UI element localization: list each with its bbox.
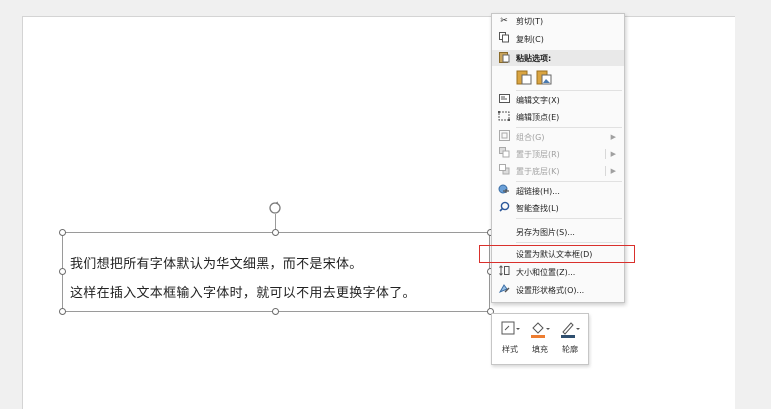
bring-front-icon bbox=[495, 147, 513, 161]
smart-lookup-icon bbox=[495, 201, 513, 215]
edit-text-icon bbox=[495, 94, 513, 106]
menu-item-smart-lookup[interactable]: 智能查找(L) bbox=[492, 200, 624, 216]
context-menu: ✂ 剪切(T) 复制(C) 粘贴选项: 编辑文字(X) 编辑顶点(E) 组合(G… bbox=[491, 13, 625, 303]
shape-style-icon bbox=[501, 321, 520, 335]
paste-options-row bbox=[516, 69, 552, 85]
menu-item-set-default-textbox[interactable]: 设置为默认文本框(D) bbox=[492, 246, 624, 262]
format-shape-icon bbox=[495, 283, 513, 297]
fill-button[interactable]: 填充 bbox=[526, 320, 554, 355]
paste-picture-icon[interactable] bbox=[536, 69, 552, 85]
menu-item-hyperlink[interactable]: 超链接(H)... bbox=[492, 183, 624, 199]
menu-item-bring-to-front[interactable]: 置于顶层(R) ▶ bbox=[492, 146, 624, 162]
resize-handle-bm[interactable] bbox=[272, 308, 279, 315]
paint-bucket-icon bbox=[531, 322, 550, 338]
submenu-arrow-icon: ▶ bbox=[610, 133, 616, 141]
paste-options-header: 粘贴选项: bbox=[492, 50, 624, 66]
pen-outline-icon bbox=[561, 322, 580, 338]
menu-item-format-shape[interactable]: 设置形状格式(O)... bbox=[492, 282, 624, 298]
group-icon bbox=[495, 130, 513, 144]
menu-item-edit-points[interactable]: 编辑顶点(E) bbox=[492, 109, 624, 125]
outline-button[interactable]: 轮廓 bbox=[556, 320, 584, 355]
menu-item-edit-text[interactable]: 编辑文字(X) bbox=[492, 92, 624, 108]
resize-handle-tl[interactable] bbox=[59, 229, 66, 236]
paste-keep-formatting-icon[interactable] bbox=[516, 69, 532, 85]
hyperlink-icon bbox=[495, 184, 513, 198]
size-position-icon bbox=[495, 265, 513, 279]
edit-points-icon bbox=[495, 110, 513, 124]
style-button[interactable]: 样式 bbox=[496, 320, 524, 355]
menu-item-send-to-back[interactable]: 置于底层(K) ▶ bbox=[492, 163, 624, 179]
menu-item-cut[interactable]: ✂ 剪切(T) bbox=[492, 13, 624, 29]
submenu-arrow-icon: ▶ bbox=[610, 167, 616, 175]
menu-item-group[interactable]: 组合(G) ▶ bbox=[492, 129, 624, 145]
copy-icon bbox=[495, 32, 513, 46]
menu-item-save-as-picture[interactable]: 另存为图片(S)... bbox=[492, 224, 624, 240]
textbox-line-2[interactable]: 这样在插入文本框输入字体时，就可以不用去更换字体了。 bbox=[70, 282, 416, 301]
clipboard-icon bbox=[495, 51, 513, 66]
scissors-icon: ✂ bbox=[500, 16, 508, 26]
resize-handle-bl[interactable] bbox=[59, 308, 66, 315]
menu-item-copy[interactable]: 复制(C) bbox=[492, 31, 624, 47]
mini-toolbar: 样式 填充 轮廓 bbox=[491, 313, 589, 365]
rotate-handle-icon[interactable] bbox=[267, 200, 283, 216]
menu-item-size-position[interactable]: 大小和位置(Z)... bbox=[492, 264, 624, 280]
slide-canvas bbox=[22, 16, 735, 409]
resize-handle-tm[interactable] bbox=[272, 229, 279, 236]
resize-handle-ml[interactable] bbox=[59, 268, 66, 275]
send-back-icon bbox=[495, 164, 513, 178]
textbox-line-1[interactable]: 我们想把所有字体默认为华文细黑，而不是宋体。 bbox=[70, 253, 363, 272]
submenu-arrow-icon: ▶ bbox=[610, 150, 616, 158]
